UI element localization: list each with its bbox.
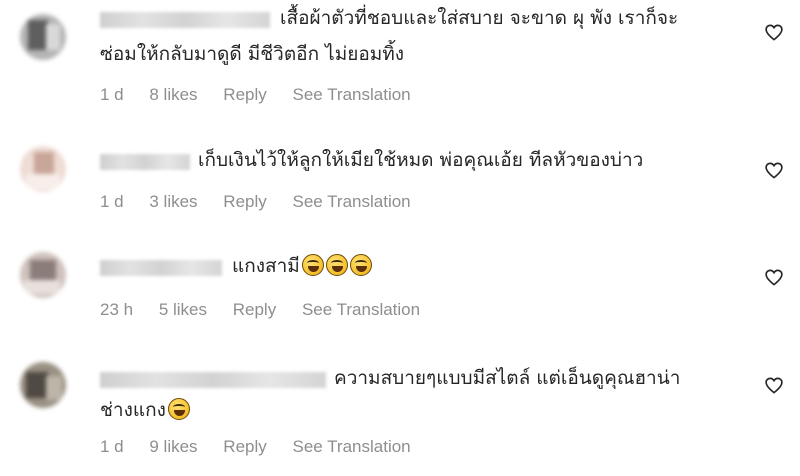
heart-outline-icon[interactable] <box>765 269 783 286</box>
likes-count[interactable]: 9 likes <box>149 437 197 456</box>
comment-item: เก็บเงินไว้ให้ลูกให้เมียใช้หมด พ่อคุณเอ้… <box>0 120 800 230</box>
username-blurred[interactable] <box>100 372 326 388</box>
avatar-pixel <box>46 24 60 50</box>
avatar[interactable] <box>20 146 66 192</box>
heart-outline-icon[interactable] <box>765 24 783 41</box>
see-translation-button[interactable]: See Translation <box>302 300 420 319</box>
comment-text-line: เก็บเงินไว้ให้ลูกให้เมียใช้หมด พ่อคุณเอ้… <box>198 149 644 171</box>
avatar-pixel <box>30 260 56 280</box>
reply-button[interactable]: Reply <box>223 437 266 456</box>
likes-count[interactable]: 5 likes <box>159 300 207 319</box>
comment-text-line: ความสบายๆแบบมีสไตล์ แต่เอ็นดูคุณฮาน่า <box>334 367 681 389</box>
grinning-sweat-emoji-icon <box>167 398 190 420</box>
rofl-emoji-icon <box>325 254 348 276</box>
avatar-pixel <box>28 20 48 50</box>
see-translation-button[interactable]: See Translation <box>293 85 411 104</box>
rofl-emoji-icon <box>349 254 372 276</box>
avatar[interactable] <box>20 14 66 60</box>
likes-count[interactable]: 8 likes <box>149 85 197 104</box>
comment-item: แกงสามี 23 h 5 likes Reply See Translati… <box>0 230 800 340</box>
comment-text-line: ซ่อมให้กลับมาดูดี มีชีวิตอีก ไม่ยอมทิ้ง <box>100 43 405 65</box>
avatar-pixel <box>26 372 48 398</box>
comment-meta: 1 d 3 likes Reply See Translation <box>100 192 432 212</box>
avatar-pixel <box>26 174 60 190</box>
comment-text: ช่างแกง <box>100 399 166 421</box>
likes-count[interactable]: 3 likes <box>149 192 197 211</box>
comment-time: 1 d <box>100 85 124 104</box>
username-blurred[interactable] <box>100 12 270 28</box>
reply-button[interactable]: Reply <box>223 85 266 104</box>
avatar[interactable] <box>20 252 66 298</box>
avatar-pixel <box>46 376 62 400</box>
comment-time: 1 d <box>100 192 124 211</box>
avatar[interactable] <box>20 362 66 408</box>
avatar-pixel <box>24 280 60 294</box>
comment-text-line: แกงสามี <box>232 252 372 280</box>
comment-text: แกงสามี <box>232 255 300 277</box>
comments-list: เสื้อผ้าตัวที่ชอบและใส่สบาย จะขาด ผุ พัง… <box>0 0 800 476</box>
comment-text-line: เสื้อผ้าตัวที่ชอบและใส่สบาย จะขาด ผุ พัง… <box>280 7 679 29</box>
reply-button[interactable]: Reply <box>223 192 266 211</box>
rofl-emoji-icon <box>301 254 324 276</box>
comment-meta: 1 d 9 likes Reply See Translation <box>100 437 432 457</box>
avatar-pixel <box>34 152 54 174</box>
heart-outline-icon[interactable] <box>765 162 783 179</box>
see-translation-button[interactable]: See Translation <box>293 437 411 456</box>
username-blurred[interactable] <box>100 154 190 170</box>
username-blurred[interactable] <box>100 260 222 276</box>
comment-time: 23 h <box>100 300 134 319</box>
heart-outline-icon[interactable] <box>765 377 783 394</box>
comment-meta: 1 d 8 likes Reply See Translation <box>100 85 432 105</box>
see-translation-button[interactable]: See Translation <box>293 192 411 211</box>
comment-text-line: ช่างแกง <box>100 396 190 424</box>
reply-button[interactable]: Reply <box>233 300 276 319</box>
comment-meta: 23 h 5 likes Reply See Translation <box>100 300 441 320</box>
comment-item: เสื้อผ้าตัวที่ชอบและใส่สบาย จะขาด ผุ พัง… <box>0 0 800 120</box>
comment-time: 1 d <box>100 437 124 456</box>
comment-item: ความสบายๆแบบมีสไตล์ แต่เอ็นดูคุณฮาน่า ช่… <box>0 340 800 476</box>
